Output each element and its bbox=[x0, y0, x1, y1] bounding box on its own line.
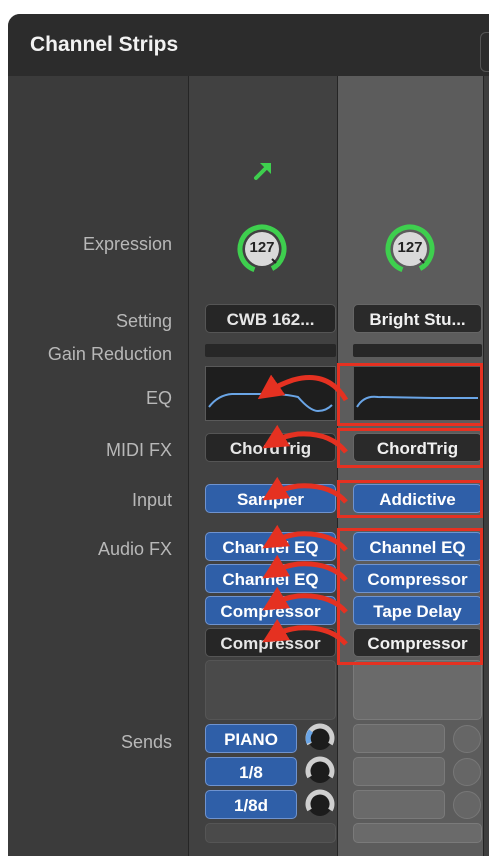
red-arrows bbox=[257, 374, 349, 646]
copy-arrows-overlay-icon bbox=[257, 374, 349, 646]
channel-strips-window: Channel Strips Expression Setting Gain R… bbox=[8, 14, 489, 856]
screenshot-frame: Channel Strips Expression Setting Gain R… bbox=[0, 0, 489, 856]
